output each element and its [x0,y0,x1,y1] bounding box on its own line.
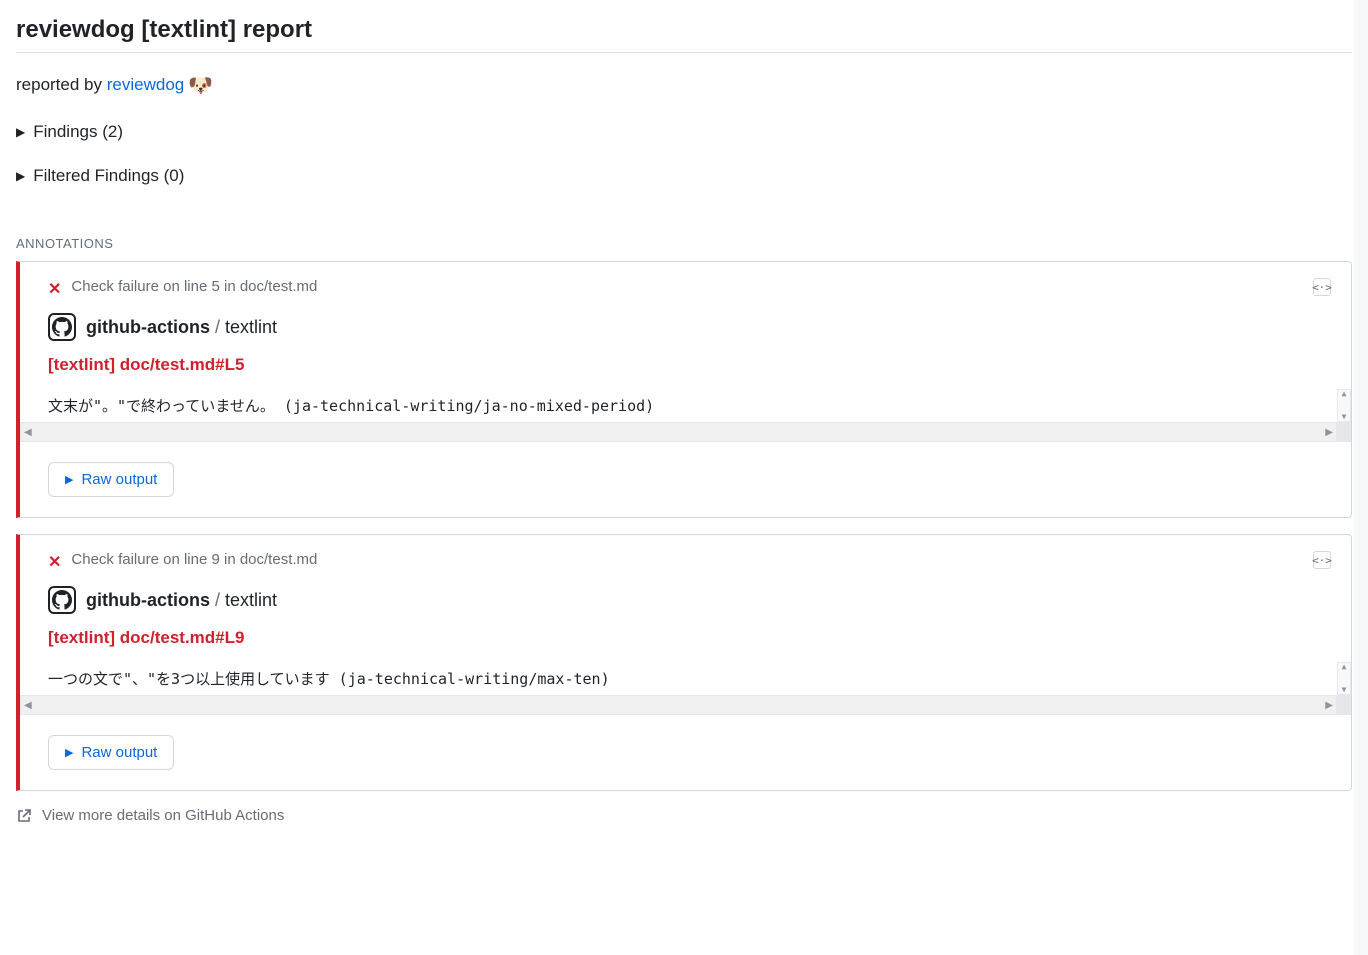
filtered-findings-toggle[interactable]: ▶ Filtered Findings (0) [16,166,1352,186]
workflow-bold: github-actions [86,317,210,337]
github-logo-icon [48,586,76,614]
annotation-card: ✕ Check failure on line 9 in doc/test.md… [16,534,1352,791]
annotation-card: ✕ Check failure on line 5 in doc/test.md… [16,261,1352,518]
external-link-icon [16,808,32,824]
scroll-right-icon[interactable]: ▶ [1322,427,1336,438]
filtered-findings-label: Filtered Findings (0) [33,166,184,186]
workflow-check: textlint [225,590,277,610]
triangle-right-icon: ▶ [65,746,73,759]
failure-text: Check failure on line 5 in doc/test.md [71,278,317,295]
scroll-left-icon[interactable]: ◀ [21,427,35,438]
code-container: 一つの文で"、"を3つ以上使用しています (ja-technical-writi… [20,662,1351,715]
workflow-name: github-actions / textlint [86,317,277,338]
scroll-left-icon[interactable]: ◀ [21,700,35,711]
workflow-separator: / [210,590,225,610]
reported-by-line: reported by reviewdog🐶 [16,73,1352,98]
annotation-header: ✕ Check failure on line 5 in doc/test.md… [48,278,1331,299]
annotation-message: 一つの文で"、"を3つ以上使用しています (ja-technical-writi… [20,662,1351,695]
code-icon[interactable]: <·> [1313,551,1331,569]
workflow-name: github-actions / textlint [86,590,277,611]
failure-text: Check failure on line 9 in doc/test.md [71,551,317,568]
annotation-title-link[interactable]: [textlint] doc/test.md#L5 [48,355,1331,375]
triangle-right-icon: ▶ [16,169,25,183]
scroll-right-icon[interactable]: ▶ [1322,700,1336,711]
workflow-row: github-actions / textlint [48,586,1331,614]
scrollbar-corner [1336,696,1350,714]
raw-output-label: Raw output [81,744,157,761]
workflow-separator: / [210,317,225,337]
code-container: 文末が"。"で終わっていません。 (ja-technical-writing/j… [20,389,1351,442]
annotation-header: ✕ Check failure on line 9 in doc/test.md… [48,551,1331,572]
failure-x-icon: ✕ [48,279,61,299]
horizontal-scrollbar[interactable]: ◀ ▶ [20,422,1351,442]
reviewdog-link[interactable]: reviewdog [107,75,185,94]
raw-output-button[interactable]: ▶ Raw output [48,462,174,497]
failure-x-icon: ✕ [48,552,61,572]
raw-output-label: Raw output [81,471,157,488]
github-logo-icon [48,313,76,341]
dog-emoji-icon: 🐶 [188,75,213,97]
workflow-check: textlint [225,317,277,337]
findings-label: Findings (2) [33,122,123,142]
raw-output-button[interactable]: ▶ Raw output [48,735,174,770]
findings-toggle[interactable]: ▶ Findings (2) [16,122,1352,142]
workflow-row: github-actions / textlint [48,313,1331,341]
triangle-right-icon: ▶ [65,473,73,486]
annotations-heading: ANNOTATIONS [16,236,1352,251]
vertical-scroll-indicator[interactable]: ▲▼ [1337,389,1351,422]
page-scrollbar[interactable] [1354,0,1368,955]
horizontal-scrollbar[interactable]: ◀ ▶ [20,695,1351,715]
annotation-title-link[interactable]: [textlint] doc/test.md#L9 [48,628,1331,648]
workflow-bold: github-actions [86,590,210,610]
page-title: reviewdog [textlint] report [16,16,1352,53]
triangle-right-icon: ▶ [16,125,25,139]
view-more-link[interactable]: View more details on GitHub Actions [16,807,1352,824]
scrollbar-corner [1336,423,1350,441]
annotation-message: 文末が"。"で終わっていません。 (ja-technical-writing/j… [20,389,1351,422]
code-icon[interactable]: <·> [1313,278,1331,296]
reported-by-prefix: reported by [16,75,107,94]
view-more-label: View more details on GitHub Actions [42,807,284,824]
vertical-scroll-indicator[interactable]: ▲▼ [1337,662,1351,695]
